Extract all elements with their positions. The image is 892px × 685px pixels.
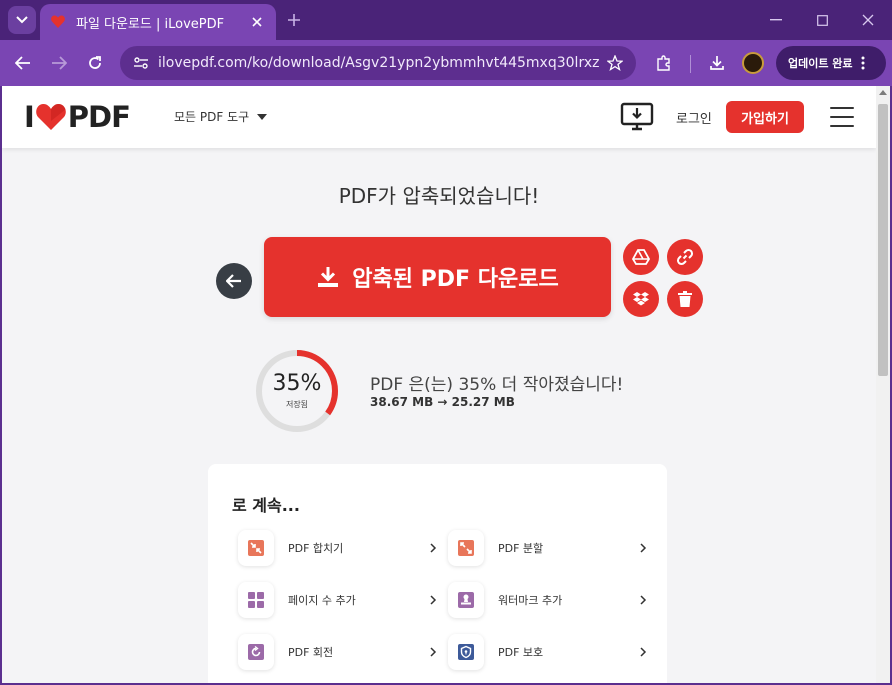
more-vert-icon — [861, 56, 865, 70]
ilovepdf-favicon-icon — [51, 15, 65, 28]
continue-item-rotate[interactable]: PDF 회전 — [238, 632, 438, 672]
continue-to-card: 로 계속... PDF 합치기 PDF 분할 페이지 수 추가 워터마크 추가 … — [208, 464, 667, 683]
arrow-left-icon — [15, 56, 30, 70]
continue-item-split[interactable]: PDF 분할 — [448, 528, 648, 568]
maximize-button[interactable] — [810, 8, 834, 32]
site-info-button[interactable] — [124, 46, 158, 80]
rotate-pdf-icon — [238, 634, 274, 670]
delete-file-button[interactable] — [667, 281, 703, 317]
arrow-right-icon: → — [437, 395, 448, 409]
browser-tab-bar: 파일 다운로드 | iLovePDF — [0, 0, 892, 40]
chevron-right-icon — [640, 595, 647, 605]
chevron-right-icon — [430, 543, 437, 553]
new-tab-button[interactable] — [282, 8, 306, 32]
merge-pdf-icon — [238, 530, 274, 566]
split-pdf-icon — [448, 530, 484, 566]
protect-pdf-icon — [448, 634, 484, 670]
chevron-right-icon — [640, 543, 647, 553]
continue-item-page-numbers[interactable]: 페이지 수 추가 — [238, 580, 438, 620]
minimize-icon — [770, 19, 782, 21]
copy-link-button[interactable] — [667, 239, 703, 275]
hamburger-menu-icon[interactable] — [830, 107, 854, 127]
saved-label: 저장됨 — [285, 400, 309, 409]
continue-item-watermark[interactable]: 워터마크 추가 — [448, 580, 648, 620]
chevron-down-icon — [16, 16, 28, 24]
tab-search-button[interactable] — [8, 6, 36, 34]
close-window-button[interactable] — [856, 8, 880, 32]
chevron-right-icon — [430, 647, 437, 657]
page-headline: PDF가 압축되었습니다! — [338, 184, 540, 208]
web-page: I PDF 모든 PDF 도구 로그인 가입하기 PDF가 압축되었습니다! 압… — [2, 86, 876, 683]
downloads-button[interactable] — [703, 49, 731, 77]
trash-icon — [678, 291, 692, 307]
link-icon — [676, 248, 694, 266]
download-icon — [710, 56, 724, 70]
back-button[interactable] — [216, 263, 252, 299]
reload-icon — [89, 56, 101, 69]
back-nav-button[interactable] — [9, 49, 37, 77]
update-button[interactable]: 업데이트 완료 — [776, 46, 886, 80]
browser-toolbar: ilovepdf.com/ko/download/Asgv21ypn2ybmmh… — [0, 40, 892, 86]
address-bar[interactable]: ilovepdf.com/ko/download/Asgv21ypn2ybmmh… — [120, 46, 636, 80]
arrow-right-icon — [52, 56, 67, 70]
update-label: 업데이트 완료 — [788, 57, 853, 70]
reload-button[interactable] — [81, 49, 109, 77]
close-icon — [252, 17, 262, 27]
result-message: PDF 은(는) 35% 더 작아졌습니다! — [370, 375, 624, 395]
save-to-google-drive-button[interactable] — [623, 239, 659, 275]
chevron-right-icon — [430, 595, 437, 605]
tune-icon — [134, 57, 148, 69]
download-icon — [318, 267, 339, 287]
download-compressed-pdf-button[interactable]: 압축된 PDF 다운로드 — [264, 237, 611, 317]
heart-logo-icon — [35, 104, 66, 130]
page-numbers-icon — [238, 582, 274, 618]
extensions-button[interactable] — [650, 49, 678, 77]
save-to-dropbox-button[interactable] — [623, 281, 659, 317]
plus-icon — [288, 14, 300, 26]
continue-title: 로 계속... — [232, 496, 300, 515]
desktop-app-button[interactable] — [620, 102, 654, 136]
size-after: 25.27 MB — [451, 395, 515, 409]
arrow-left-icon — [226, 274, 241, 288]
dropbox-icon — [633, 292, 649, 306]
bookmark-star-button[interactable] — [600, 48, 630, 78]
forward-nav-button[interactable] — [45, 49, 73, 77]
continue-item-merge[interactable]: PDF 합치기 — [238, 528, 438, 568]
minimize-button[interactable] — [764, 8, 788, 32]
file-size-change: 38.67 MB → 25.27 MB — [370, 395, 515, 409]
ilovepdf-logo[interactable]: I PDF — [24, 100, 131, 134]
star-icon — [607, 55, 623, 71]
google-drive-icon — [632, 249, 650, 265]
scrollbar-thumb[interactable] — [878, 104, 888, 376]
close-icon — [862, 14, 874, 26]
caret-down-icon — [257, 113, 268, 120]
download-label: 압축된 PDF 다운로드 — [352, 267, 559, 292]
signup-button[interactable]: 가입하기 — [726, 101, 804, 133]
toolbar-divider — [690, 55, 691, 73]
puzzle-icon — [657, 55, 670, 71]
maximize-icon — [816, 14, 828, 26]
browser-tab-active[interactable]: 파일 다운로드 | iLovePDF — [40, 4, 276, 40]
size-before: 38.67 MB — [370, 395, 434, 409]
desktop-download-icon — [620, 102, 654, 131]
all-tools-label: 모든 PDF 도구 — [174, 110, 250, 124]
tab-title: 파일 다운로드 | iLovePDF — [76, 16, 225, 32]
site-header: I PDF 모든 PDF 도구 로그인 가입하기 — [2, 86, 876, 148]
continue-item-protect[interactable]: PDF 보호 — [448, 632, 648, 672]
url-text[interactable]: ilovepdf.com/ko/download/Asgv21ypn2ybmmh… — [158, 55, 600, 71]
watermark-icon — [448, 582, 484, 618]
all-tools-menu[interactable]: 모든 PDF 도구 — [174, 108, 268, 125]
login-link[interactable]: 로그인 — [676, 108, 712, 127]
saved-percent: 35% — [272, 371, 322, 396]
close-tab-button[interactable] — [248, 13, 266, 31]
scroll-up-arrow-icon[interactable] — [879, 90, 887, 95]
profile-avatar[interactable] — [742, 52, 764, 74]
chevron-right-icon — [640, 647, 647, 657]
